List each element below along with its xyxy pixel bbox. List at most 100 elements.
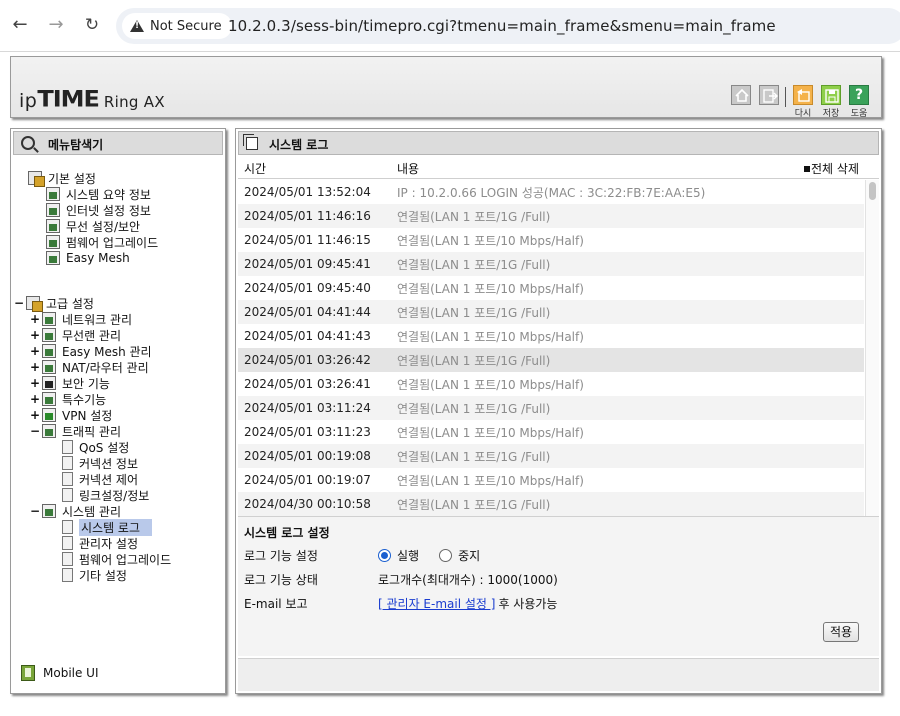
admin-email-settings-link[interactable]: [ 관리자 E-mail 설정 ] [378, 595, 495, 612]
menu-item-system-summary[interactable]: 시스템 요약 정보 [46, 186, 151, 202]
menu-group-label: VPN 설정 [62, 408, 113, 423]
log-time: 2024/05/01 00:19:07 [244, 473, 371, 487]
menu-basic-settings[interactable]: 기본 설정 [28, 170, 96, 187]
log-scrollbar[interactable] [865, 180, 879, 516]
menu-group-label: 시스템 관리 [62, 504, 122, 519]
menu-advanced-label: 고급 설정 [46, 296, 94, 311]
folder-icon [28, 171, 45, 187]
menu-explorer-title: 메뉴탐색기 [48, 138, 104, 152]
address-bar[interactable]: Not Secure 10.2.0.3/sess-bin/timepro.cgi… [116, 8, 900, 44]
menu-item-connection-control[interactable]: 커넥션 제어 [62, 471, 138, 487]
network-page-icon [42, 312, 56, 326]
panel-footer [238, 658, 879, 691]
expand-toggle[interactable]: + [30, 408, 40, 422]
forward-arrow-icon[interactable]: → [44, 14, 68, 36]
menu-item-wireless-security[interactable]: 무선 설정/보안 [46, 218, 140, 234]
menu-advanced-settings[interactable]: − 고급 설정 [14, 295, 94, 312]
menu-item-easy-mesh[interactable]: Easy Mesh [46, 250, 130, 266]
menu-item-label: 인터넷 설정 정보 [66, 203, 151, 218]
radio-run-label[interactable]: 실행 [397, 547, 419, 564]
menu-item-link-settings[interactable]: 링크설정/정보 [62, 487, 149, 503]
radio-stop-label[interactable]: 중지 [458, 547, 480, 564]
mesh-page-icon [42, 344, 56, 358]
menu-item-admin-settings[interactable]: 관리자 설정 [62, 535, 138, 551]
url-text[interactable]: 10.2.0.3/sess-bin/timepro.cgi?tmenu=main… [228, 17, 776, 35]
menu-group-system[interactable]: − 시스템 관리 [30, 503, 121, 519]
router-page-icon [42, 360, 56, 374]
column-message: 내용 [397, 162, 420, 176]
menu-group-label: 보안 기능 [62, 376, 110, 391]
document-icon [62, 568, 73, 582]
column-time: 시간 [244, 162, 267, 176]
collapse-toggle[interactable]: − [14, 296, 24, 310]
log-time: 2024/05/01 03:26:41 [244, 377, 371, 391]
menu-group-vpn[interactable]: + VPN 설정 [30, 407, 112, 423]
menu-item-label: 펌웨어 업그레이드 [66, 235, 159, 250]
security-chip[interactable]: Not Secure [122, 13, 232, 39]
apply-button[interactable]: 적용 [823, 622, 859, 642]
reset-icon[interactable] [793, 85, 813, 105]
menu-item-system-log[interactable]: 시스템 로그 [62, 518, 153, 536]
expand-toggle[interactable]: + [30, 328, 40, 342]
log-time: 2024/05/01 03:11:23 [244, 425, 371, 439]
home-icon[interactable] [731, 85, 751, 105]
menu-group-label: 무선랜 관리 [62, 328, 122, 343]
document-icon [62, 440, 73, 454]
delete-all-button[interactable]: 전체 삭제 [804, 160, 859, 177]
menu-item-firmware-upgrade-adv[interactable]: 펌웨어 업그레이드 [62, 551, 171, 567]
document-icon [62, 552, 73, 566]
help-label[interactable]: 도움 [845, 106, 873, 119]
collapse-toggle[interactable]: − [30, 424, 40, 438]
mobile-ui-link[interactable]: Mobile UI [21, 665, 99, 681]
menu-group-network[interactable]: + 네트워크 관리 [30, 311, 132, 327]
logout-icon[interactable] [759, 85, 779, 105]
menu-group-easy-mesh[interactable]: + Easy Mesh 관리 [30, 343, 152, 359]
expand-toggle[interactable]: + [30, 312, 40, 326]
log-status-label: 로그 기능 상태 [244, 573, 318, 587]
expand-toggle[interactable]: + [30, 376, 40, 390]
wireless-page-icon [42, 328, 56, 342]
expand-toggle[interactable]: + [30, 360, 40, 374]
reload-icon[interactable]: ↻ [80, 14, 104, 36]
scrollbar-thumb[interactable] [869, 182, 876, 200]
menu-item-internet-info[interactable]: 인터넷 설정 정보 [46, 202, 151, 218]
log-message: 연결됨(LAN 1 포트/10 Mbps/Half) [397, 233, 584, 248]
menu-item-firmware-upgrade[interactable]: 펌웨어 업그레이드 [46, 234, 158, 250]
save-icon[interactable] [821, 85, 841, 105]
log-message: 연결됨(LAN 1 포트/10 Mbps/Half) [397, 377, 584, 392]
radio-run[interactable] [378, 549, 391, 562]
menu-group-nat-router[interactable]: + NAT/라우터 관리 [30, 359, 149, 375]
traffic-page-icon [42, 424, 56, 438]
delete-all-label: 전체 삭제 [811, 162, 859, 176]
reset-label[interactable]: 다시 [789, 106, 817, 119]
router-header: ip TIME Ring AX ? 다시 저장 도움 [10, 56, 882, 119]
log-message: 연결됨(LAN 1 포트/1G /Full) [397, 305, 551, 320]
collapse-toggle[interactable]: − [30, 504, 40, 518]
security-label: Not Secure [150, 18, 222, 34]
menu-item-other-settings[interactable]: 기타 설정 [62, 567, 127, 583]
expand-toggle[interactable]: + [30, 392, 40, 406]
radio-stop[interactable] [439, 549, 453, 562]
menu-group-traffic[interactable]: − 트래픽 관리 [30, 423, 121, 439]
log-list[interactable]: 2024/05/01 13:52:04 IP : 10.2.0.66 LOGIN … [238, 180, 879, 516]
warning-icon [130, 20, 144, 32]
log-row: 2024/05/01 13:52:04 IP : 10.2.0.66 LOGIN … [238, 180, 864, 204]
log-function-options: 실행 중지 [378, 547, 500, 564]
menu-group-label: 특수기능 [62, 392, 107, 407]
expand-toggle[interactable]: + [30, 344, 40, 358]
log-time: 2024/05/01 11:46:16 [244, 209, 371, 223]
menu-group-special[interactable]: + 특수기능 [30, 391, 106, 407]
menu-group-security[interactable]: + 보안 기능 [30, 375, 110, 391]
log-time: 2024/05/01 03:26:42 [244, 353, 371, 367]
back-arrow-icon[interactable]: ← [8, 14, 32, 36]
menu-item-qos[interactable]: QoS 설정 [62, 439, 129, 455]
monitor-page-icon [46, 203, 60, 217]
menu-item-connection-info[interactable]: 커넥션 정보 [62, 455, 138, 471]
menu-explorer-header: 메뉴탐색기 [13, 131, 223, 155]
menu-group-wireless[interactable]: + 무선랜 관리 [30, 327, 121, 343]
help-icon[interactable]: ? [849, 85, 869, 105]
browser-toolbar: ← → ↻ Not Secure 10.2.0.3/sess-bin/timep… [0, 0, 900, 52]
save-label[interactable]: 저장 [817, 106, 845, 119]
special-page-icon [42, 392, 56, 406]
log-function-label: 로그 기능 설정 [244, 549, 318, 563]
